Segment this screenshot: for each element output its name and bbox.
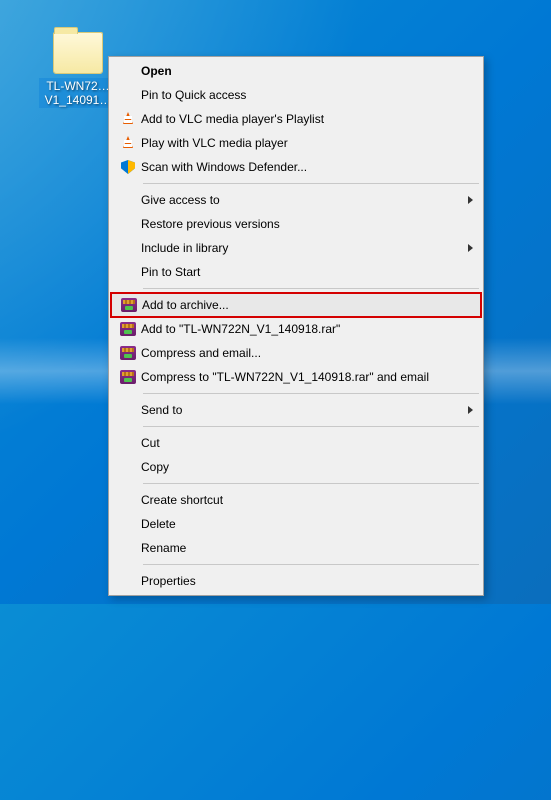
menu-label: Cut bbox=[141, 436, 461, 450]
winrar-icon bbox=[115, 370, 141, 384]
menu-label: Give access to bbox=[141, 193, 461, 207]
menu-label: Scan with Windows Defender... bbox=[141, 160, 461, 174]
chevron-right-icon bbox=[468, 244, 473, 252]
menu-separator bbox=[143, 483, 479, 484]
menu-add-to-archive[interactable]: Add to archive... bbox=[110, 292, 482, 318]
menu-label: Delete bbox=[141, 517, 461, 531]
context-menu: Open Pin to Quick access Add to VLC medi… bbox=[108, 56, 484, 596]
menu-separator bbox=[143, 426, 479, 427]
desktop-folder[interactable]: TL-WN72… V1_14091… bbox=[39, 32, 117, 108]
menu-label: Restore previous versions bbox=[141, 217, 461, 231]
menu-delete[interactable]: Delete bbox=[111, 512, 481, 536]
menu-open[interactable]: Open bbox=[111, 59, 481, 83]
menu-separator bbox=[143, 564, 479, 565]
menu-label: Pin to Quick access bbox=[141, 88, 461, 102]
menu-rename[interactable]: Rename bbox=[111, 536, 481, 560]
menu-pin-start[interactable]: Pin to Start bbox=[111, 260, 481, 284]
menu-label: Compress to "TL-WN722N_V1_140918.rar" an… bbox=[141, 370, 461, 384]
menu-label: Rename bbox=[141, 541, 461, 555]
menu-create-shortcut[interactable]: Create shortcut bbox=[111, 488, 481, 512]
menu-label: Add to "TL-WN722N_V1_140918.rar" bbox=[141, 322, 461, 336]
folder-icon bbox=[53, 32, 103, 74]
menu-add-to-named-rar[interactable]: Add to "TL-WN722N_V1_140918.rar" bbox=[111, 317, 481, 341]
menu-compress-email[interactable]: Compress and email... bbox=[111, 341, 481, 365]
folder-label: TL-WN72… V1_14091… bbox=[39, 78, 117, 108]
menu-send-to[interactable]: Send to bbox=[111, 398, 481, 422]
menu-label: Send to bbox=[141, 403, 461, 417]
menu-separator bbox=[143, 288, 479, 289]
chevron-right-icon bbox=[468, 406, 473, 414]
menu-label: Copy bbox=[141, 460, 461, 474]
vlc-icon bbox=[115, 112, 141, 126]
menu-include-library[interactable]: Include in library bbox=[111, 236, 481, 260]
menu-copy[interactable]: Copy bbox=[111, 455, 481, 479]
winrar-icon bbox=[115, 322, 141, 336]
menu-label: Properties bbox=[141, 574, 461, 588]
winrar-icon bbox=[115, 346, 141, 360]
menu-label: Play with VLC media player bbox=[141, 136, 461, 150]
chevron-right-icon bbox=[468, 196, 473, 204]
menu-label: Pin to Start bbox=[141, 265, 461, 279]
menu-label: Include in library bbox=[141, 241, 461, 255]
winrar-icon bbox=[116, 298, 142, 312]
menu-vlc-add-playlist[interactable]: Add to VLC media player's Playlist bbox=[111, 107, 481, 131]
menu-properties[interactable]: Properties bbox=[111, 569, 481, 593]
menu-restore-previous[interactable]: Restore previous versions bbox=[111, 212, 481, 236]
menu-separator bbox=[143, 393, 479, 394]
menu-label: Create shortcut bbox=[141, 493, 461, 507]
menu-compress-named-email[interactable]: Compress to "TL-WN722N_V1_140918.rar" an… bbox=[111, 365, 481, 389]
menu-label: Open bbox=[141, 64, 461, 78]
vlc-icon bbox=[115, 136, 141, 150]
menu-scan-defender[interactable]: Scan with Windows Defender... bbox=[111, 155, 481, 179]
menu-cut[interactable]: Cut bbox=[111, 431, 481, 455]
menu-label: Add to VLC media player's Playlist bbox=[141, 112, 461, 126]
shield-icon bbox=[115, 160, 141, 174]
menu-give-access[interactable]: Give access to bbox=[111, 188, 481, 212]
menu-separator bbox=[143, 183, 479, 184]
menu-label: Compress and email... bbox=[141, 346, 461, 360]
menu-pin-quick-access[interactable]: Pin to Quick access bbox=[111, 83, 481, 107]
menu-vlc-play[interactable]: Play with VLC media player bbox=[111, 131, 481, 155]
menu-label: Add to archive... bbox=[142, 298, 460, 312]
